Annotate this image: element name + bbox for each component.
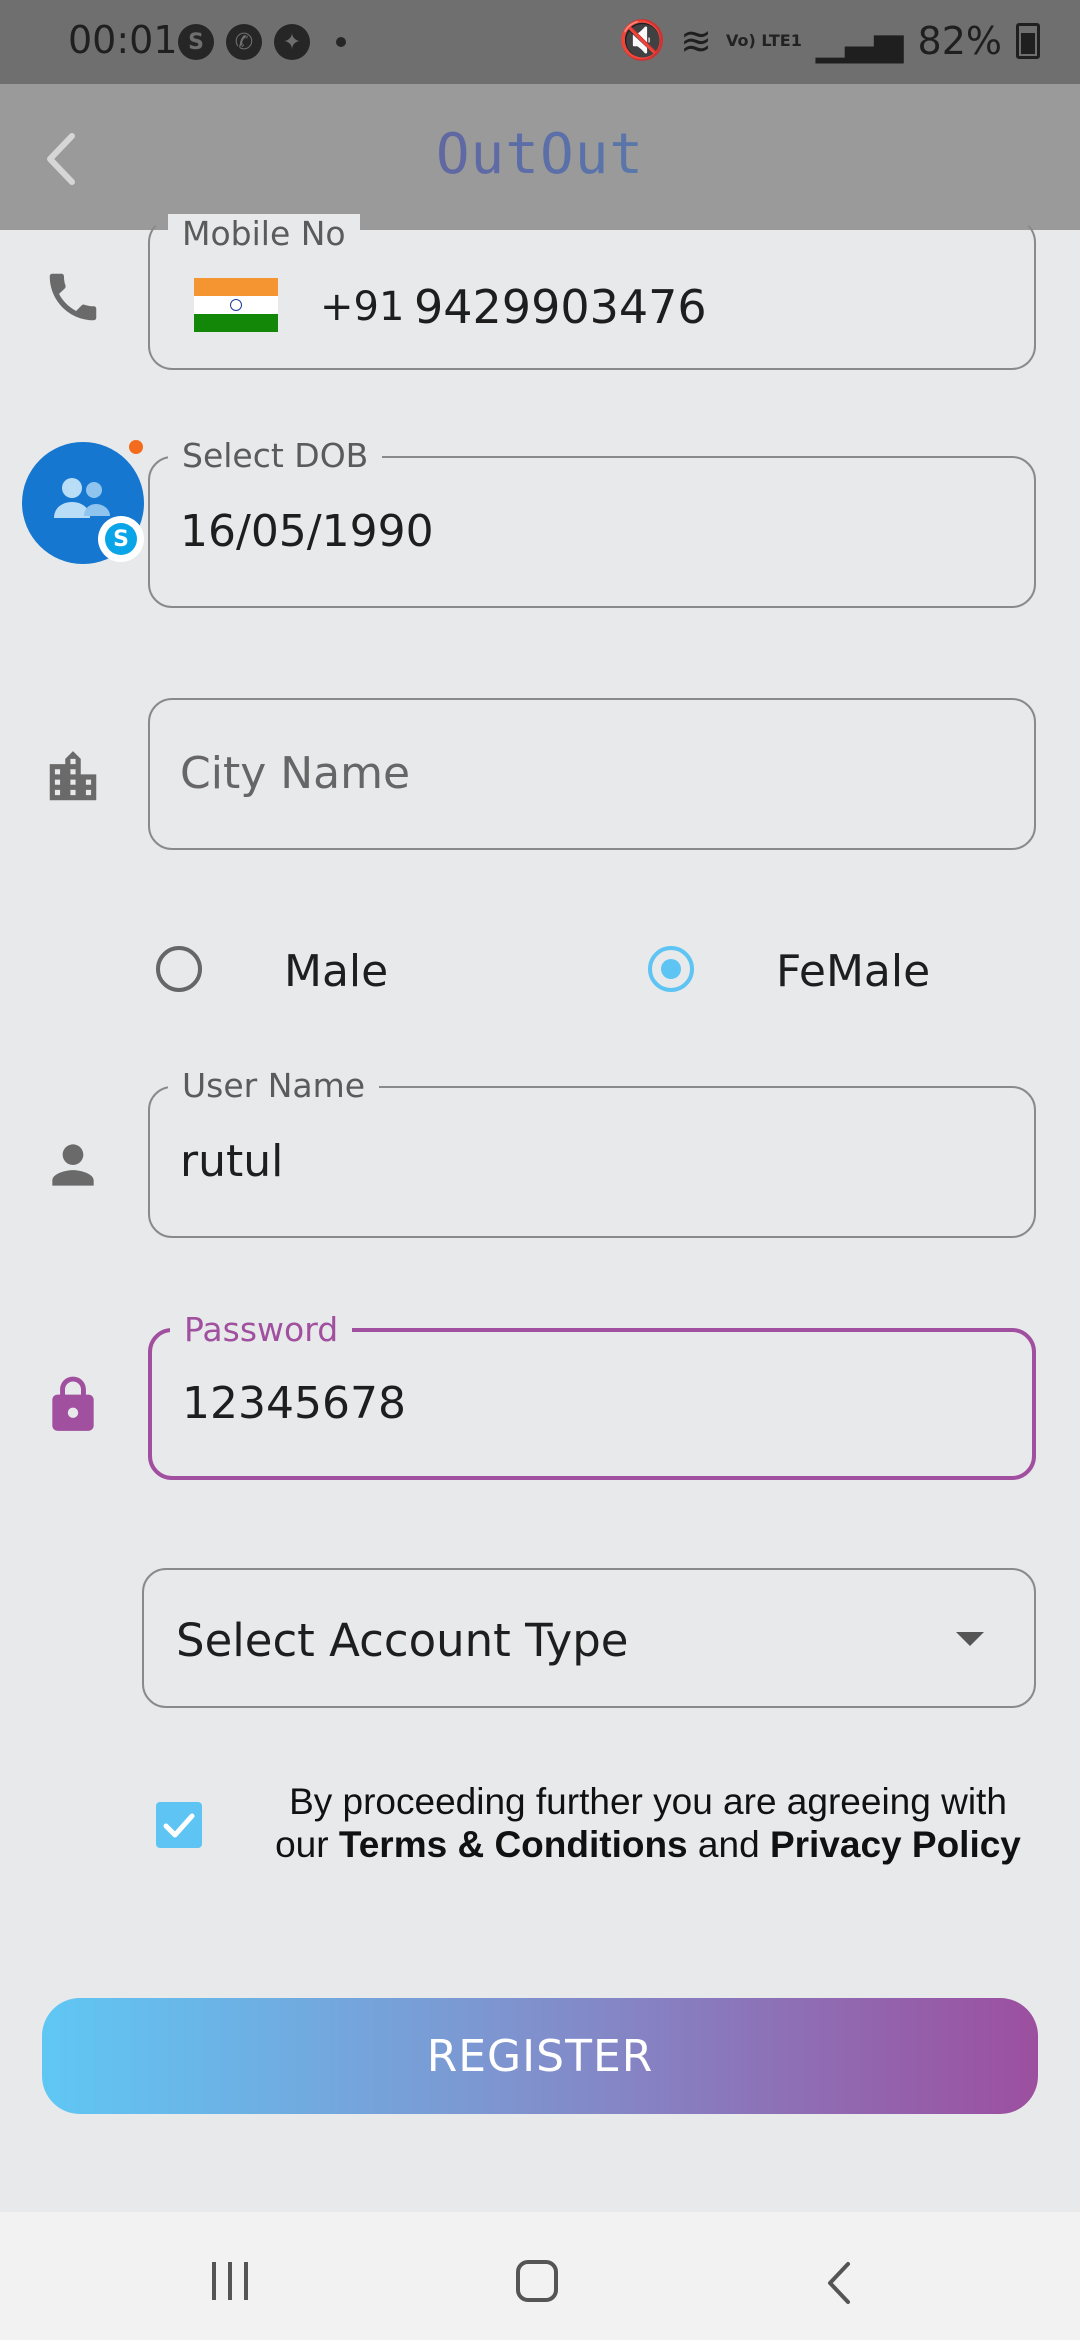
system-nav-bar: [0, 2212, 1080, 2340]
signal-icon: ▁▃▅: [815, 18, 904, 63]
city-placeholder: City Name: [180, 748, 411, 799]
status-bar: 00:01 S ✆ ✦ 🔇 ≋ Vo) LTE1 ▁▃▅ 82%: [0, 0, 1080, 84]
app-notification-icon: ✦: [274, 24, 310, 60]
terms-conditions-link[interactable]: Terms & Conditions: [339, 1824, 688, 1865]
country-code[interactable]: +91: [320, 284, 404, 330]
phone-icon: [49, 273, 97, 321]
checkmark-icon: [163, 1813, 195, 1838]
city-icon: [49, 751, 97, 801]
password-value[interactable]: 12345678: [182, 1378, 406, 1429]
status-time: 00:01: [68, 18, 178, 62]
mobile-label: Mobile No: [168, 214, 360, 253]
app-title: OutOut: [0, 122, 1080, 187]
status-notification-icons: S ✆ ✦: [178, 20, 346, 64]
female-radio[interactable]: [648, 946, 694, 992]
female-label[interactable]: FeMale: [776, 946, 930, 997]
skype-notification-icon: S: [178, 24, 214, 60]
terms-joiner: and: [697, 1824, 760, 1865]
male-radio[interactable]: [156, 946, 202, 992]
username-value[interactable]: rutul: [180, 1136, 283, 1187]
password-field[interactable]: Password 12345678: [148, 1310, 1036, 1480]
home-icon[interactable]: [516, 2260, 558, 2302]
password-label: Password: [170, 1310, 353, 1349]
recent-apps-icon[interactable]: [212, 2262, 248, 2300]
whatsapp-notification-icon: ✆: [226, 24, 262, 60]
username-field[interactable]: User Name rutul: [148, 1066, 1036, 1238]
back-nav-icon[interactable]: [820, 2258, 860, 2308]
mobile-number-value[interactable]: 9429903476: [414, 280, 707, 334]
terms-text: By proceeding further you are agreeing w…: [258, 1780, 1038, 1866]
mute-icon: 🔇: [618, 18, 667, 62]
bubble-notification-dot: [129, 440, 143, 454]
account-type-placeholder: Select Account Type: [176, 1614, 629, 1667]
username-label: User Name: [168, 1066, 380, 1105]
app-bar: OutOut: [0, 84, 1080, 230]
wifi-icon: ≋: [680, 18, 712, 63]
person-icon: [52, 1144, 94, 1186]
india-flag-icon[interactable]: [194, 278, 278, 332]
dob-label: Select DOB: [168, 436, 383, 475]
more-notifications-icon: [336, 37, 346, 47]
dob-field[interactable]: Select DOB 16/05/1990: [148, 436, 1036, 608]
register-button[interactable]: REGISTER: [42, 1998, 1038, 2114]
account-type-select[interactable]: Select Account Type: [142, 1568, 1036, 1708]
status-system-icons: 🔇 ≋ Vo) LTE1 ▁▃▅ 82%: [619, 18, 1040, 63]
battery-icon: [1016, 22, 1040, 59]
city-field[interactable]: City Name: [148, 698, 1036, 850]
terms-checkbox[interactable]: [156, 1802, 202, 1848]
volte-label: Vo) LTE1: [725, 30, 802, 50]
dropdown-arrow-icon: [956, 1632, 984, 1646]
skype-badge-icon: S: [98, 516, 144, 562]
male-label[interactable]: Male: [284, 946, 388, 997]
dob-value[interactable]: 16/05/1990: [180, 506, 434, 557]
battery-percent: 82%: [917, 18, 1002, 63]
privacy-policy-link[interactable]: Privacy Policy: [770, 1824, 1021, 1865]
mobile-field[interactable]: Mobile No +91 9429903476: [148, 214, 1036, 370]
lock-icon: [52, 1376, 94, 1431]
